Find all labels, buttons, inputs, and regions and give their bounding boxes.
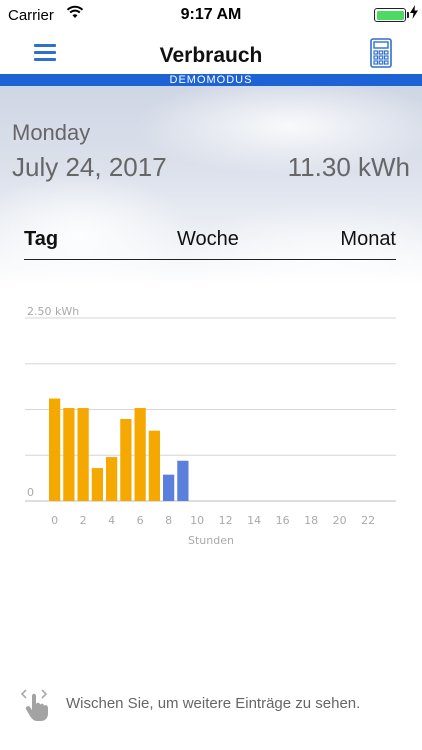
tab-day[interactable]: Tag xyxy=(24,228,58,251)
y-axis-min-label: 0 xyxy=(27,486,34,499)
bar-hour-0 xyxy=(49,398,61,501)
x-tick-label: 22 xyxy=(361,514,375,527)
x-tick-label: 10 xyxy=(190,514,204,527)
y-axis-max-label: 2.50 kWh xyxy=(27,305,79,318)
x-tick-label: 20 xyxy=(333,514,347,527)
day-name: Monday xyxy=(12,120,91,145)
bar-hour-8 xyxy=(163,474,175,501)
battery-icon xyxy=(374,8,406,22)
tab-month[interactable]: Monat xyxy=(340,228,396,251)
hourly-consumption-chart[interactable]: 2.50 kWh 0 0 2 4 6 8 10 12 14 16 18 20 22 Stunden xyxy=(0,296,422,556)
x-tick-label: 14 xyxy=(247,514,261,527)
x-tick-label: 18 xyxy=(304,514,318,527)
swipe-hint: Wischen Sie, um weitere Einträge zu sehe… xyxy=(20,682,410,722)
x-tick-label: 12 xyxy=(219,514,233,527)
navigation-bar: Verbrauch xyxy=(0,30,422,74)
bar-hour-6 xyxy=(134,408,146,501)
swipe-hand-icon xyxy=(20,689,48,721)
date-label: July 24, 2017 xyxy=(12,152,167,182)
bar-hour-5 xyxy=(120,419,132,501)
bar-hour-4 xyxy=(106,457,118,501)
status-time: 9:17 AM xyxy=(180,6,242,23)
total-consumption: 11.30 kWh xyxy=(287,152,410,182)
bar-hour-9 xyxy=(177,460,189,501)
charging-bolt-icon xyxy=(410,5,418,19)
battery-tip xyxy=(407,12,409,18)
x-tick-label: 8 xyxy=(165,514,172,527)
x-tick-label: 0 xyxy=(51,514,58,527)
bar-hour-7 xyxy=(148,430,161,501)
bar-hour-1 xyxy=(63,408,75,501)
x-tick-label: 16 xyxy=(276,514,290,527)
period-tabs: Tag Woche Monat xyxy=(24,224,396,260)
demo-mode-banner: DEMOMODUS xyxy=(0,74,422,86)
bar-hour-3 xyxy=(91,468,104,501)
x-tick-label: 4 xyxy=(108,514,115,527)
status-bar: Carrier 9:17 AM xyxy=(0,0,422,30)
x-tick-label: 6 xyxy=(137,514,144,527)
x-axis-label: Stunden xyxy=(188,534,234,547)
tab-week[interactable]: Woche xyxy=(177,228,239,251)
swipe-hint-text: Wischen Sie, um weitere Einträge zu sehe… xyxy=(66,695,361,712)
x-tick-label: 2 xyxy=(80,514,87,527)
bar-hour-2 xyxy=(77,408,89,501)
calculator-icon[interactable] xyxy=(370,38,392,68)
page-title: Verbrauch xyxy=(159,44,263,67)
